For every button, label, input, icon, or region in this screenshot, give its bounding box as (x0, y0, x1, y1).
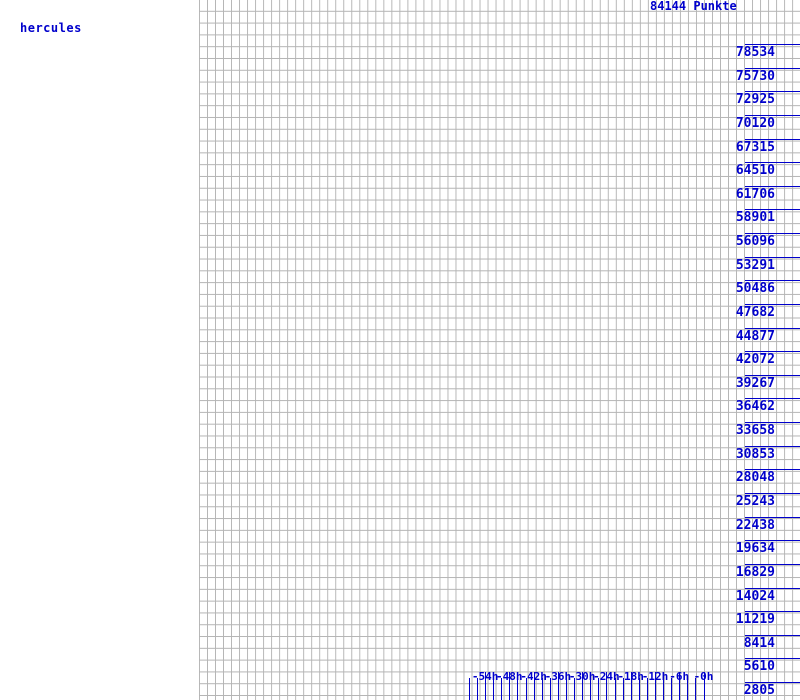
y-axis-tick-label: 75730 (735, 68, 775, 84)
plot-area (199, 0, 800, 700)
y-axis-tick-label: 47682 (735, 304, 775, 320)
y-axis-tick-label: 61706 (735, 186, 775, 202)
y-axis-tick-label: 42072 (735, 352, 775, 368)
y-axis-tick-label: 50486 (735, 281, 775, 297)
y-axis-tick-label: 78534 (735, 45, 775, 60)
y-axis-tick-label: 28048 (735, 470, 775, 486)
y-axis-tick-label: 39267 (735, 375, 775, 391)
y-axis-tick-label: 70120 (735, 115, 775, 131)
y-axis-tick-label: 19634 (735, 541, 775, 557)
y-axis-tick-label: 5610 (743, 659, 775, 675)
legend-entry-hercules: hercules (20, 21, 82, 35)
y-axis-tick-label: 36462 (735, 399, 775, 415)
y-axis-tick-label: 64510 (735, 163, 775, 179)
y-axis-tick-label: 30853 (735, 446, 775, 462)
y-axis-tick-label: 11219 (735, 612, 775, 628)
y-axis-tick-label: 58901 (735, 210, 775, 226)
y-axis-tick-label: 44877 (735, 328, 775, 344)
y-axis-tick-label: 2805 (743, 683, 775, 698)
y-axis-tick-label: 22438 (735, 517, 775, 533)
chart-title: 84144 Punkte (650, 0, 737, 13)
y-axis-tick-label: 25243 (735, 494, 775, 509)
y-axis-tick-label: 67315 (735, 139, 775, 155)
chart-screenshot: hercules 84144 Punkte 78534 75730 72925 701… (0, 0, 800, 700)
y-axis-tick-label: 8414 (743, 635, 775, 651)
y-axis-tick-label: 14024 (735, 588, 775, 604)
y-axis-tick-label: 33658 (735, 423, 775, 439)
x-axis-tick-label: -0h (693, 670, 714, 683)
y-axis-tick-label: 72925 (735, 92, 775, 108)
y-axis-tick-label: 56096 (735, 234, 775, 249)
y-axis-tick-label: 16829 (735, 564, 775, 580)
y-axis-tick-label: 53291 (735, 257, 775, 273)
